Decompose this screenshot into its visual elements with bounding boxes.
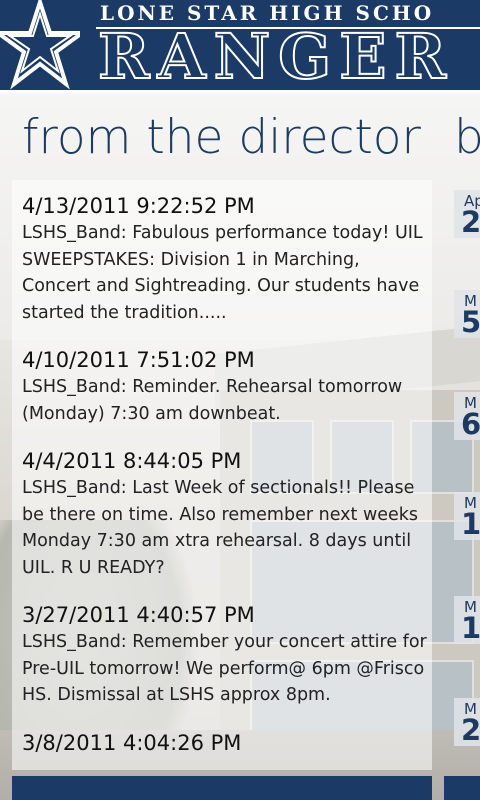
event-date-tile[interactable]: M 16 xyxy=(454,596,480,644)
event-day: 6 xyxy=(461,407,480,441)
star-logo-icon xyxy=(0,0,89,90)
post-text: LSHS_Band: Remember your concert attire … xyxy=(22,632,427,705)
next-panel-bottom-bar xyxy=(444,776,480,800)
panorama-next-title[interactable]: b xyxy=(454,108,480,168)
post-timestamp: 3/27/2011 4:40:57 PM xyxy=(22,603,255,627)
post-text: LSHS_Band: Reminder. Rehearsal tomorrow … xyxy=(22,377,403,424)
feed-post[interactable]: 4/10/2011 7:51:02 PM LSHS_Band: Reminder… xyxy=(22,346,427,427)
post-timestamp: 4/4/2011 8:44:05 PM xyxy=(22,449,242,473)
event-day: 2 xyxy=(461,713,480,747)
event-date-tile[interactable]: Ap 2 xyxy=(454,190,480,238)
feed-post[interactable]: 3/27/2011 4:40:57 PM LSHS_Band: Remember… xyxy=(22,601,427,709)
post-timestamp: 3/8/2011 4:04:26 PM xyxy=(22,730,242,755)
feed-bottom-bar xyxy=(12,776,432,800)
post-timestamp: 4/13/2011 9:22:52 PM xyxy=(22,194,255,218)
feed-post[interactable]: 4/4/2011 8:44:05 PM LSHS_Band: Last Week… xyxy=(22,447,427,581)
event-date-tile[interactable]: M 5 xyxy=(454,290,480,338)
panorama-title[interactable]: from the director xyxy=(22,108,421,168)
post-timestamp: 4/10/2011 7:51:02 PM xyxy=(22,348,255,372)
event-day: 16 xyxy=(461,611,480,645)
director-feed[interactable]: 4/13/2011 9:22:52 PM LSHS_Band: Fabulous… xyxy=(12,180,432,770)
event-day: 2 xyxy=(461,205,480,239)
feed-list: 4/13/2011 9:22:52 PM LSHS_Band: Fabulous… xyxy=(22,180,427,770)
feed-post[interactable]: 4/13/2011 9:22:52 PM LSHS_Band: Fabulous… xyxy=(22,192,427,326)
post-text: LSHS_Band: Last Week of sectionals!! Ple… xyxy=(22,478,419,578)
event-day: 5 xyxy=(461,305,480,339)
event-date-tile[interactable]: M 2 xyxy=(454,698,480,746)
event-date-tile[interactable]: M 6 xyxy=(454,392,480,440)
school-banner: LONE STAR HIGH SCHO RANGER xyxy=(0,0,480,93)
event-day: 12 xyxy=(461,507,480,541)
event-date-tile[interactable]: M 12 xyxy=(454,492,480,540)
feed-post[interactable]: 3/8/2011 4:04:26 PM xyxy=(22,729,427,757)
post-text: LSHS_Band: Fabulous performance today! U… xyxy=(22,223,423,323)
team-name: RANGER xyxy=(97,20,455,93)
